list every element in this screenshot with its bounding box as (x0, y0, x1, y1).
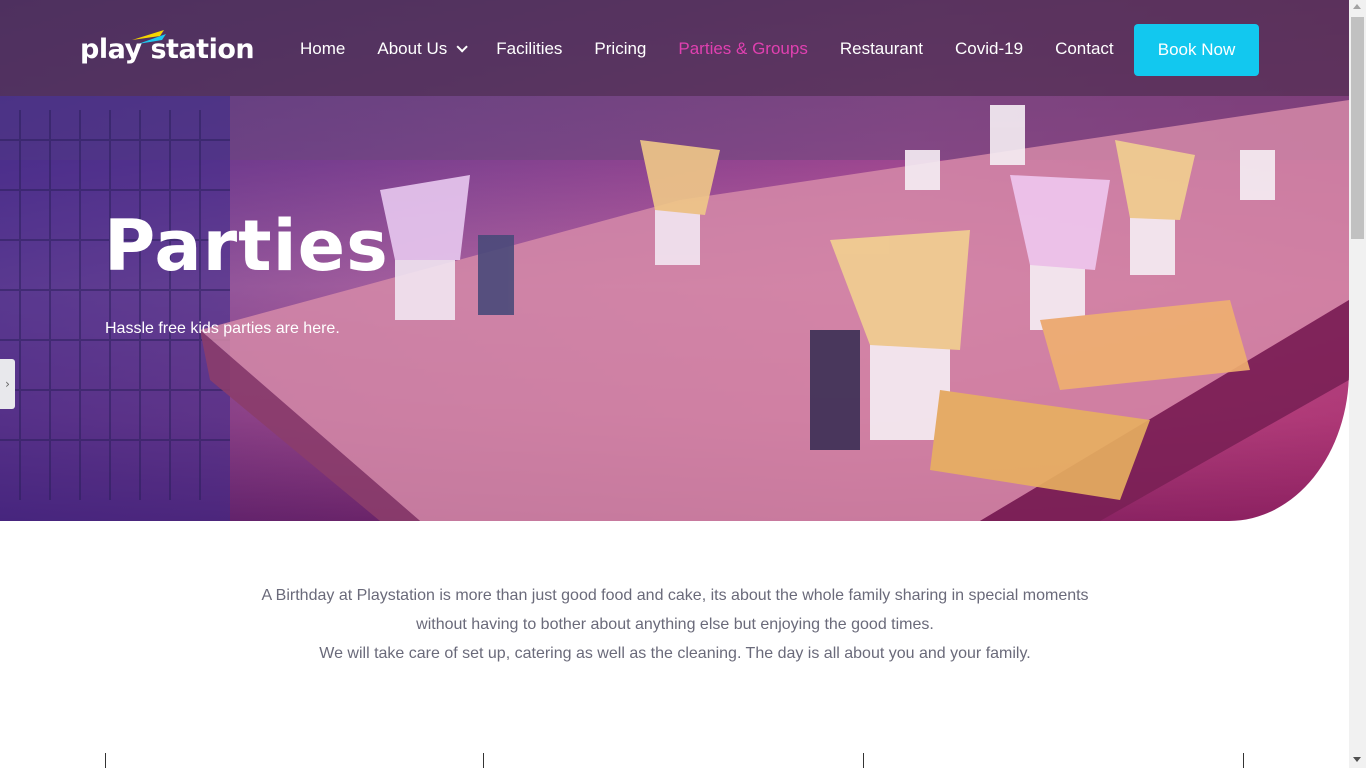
nav-item-label: Facilities (496, 39, 563, 58)
chevron-right-icon: › (5, 377, 10, 391)
chevron-down-icon (456, 41, 469, 53)
hero-subtitle: Hassle free kids parties are here. (105, 320, 340, 337)
intro-paragraph-2: We will take care of set up, catering as… (319, 645, 1031, 662)
page-title: Parties (104, 205, 389, 287)
nav-item-contact[interactable]: Contact (1055, 39, 1114, 59)
vertical-scrollbar[interactable] (1349, 0, 1366, 768)
scroll-thumb[interactable] (1351, 17, 1364, 239)
nav-item-label: Home (300, 39, 346, 58)
intro-paragraph-1: A Birthday at Playstation is more than j… (261, 587, 1089, 633)
column-divider (1243, 753, 1244, 768)
side-panel-toggle[interactable]: › (0, 359, 15, 409)
column-divider (105, 753, 106, 768)
book-now-button[interactable]: Book Now (1134, 24, 1259, 76)
nav-item-home[interactable]: Home (300, 39, 345, 59)
main-nav: Home About Us Facilities Pricing Parties… (300, 38, 1146, 60)
scroll-down-arrow-icon[interactable] (1353, 757, 1361, 762)
scroll-up-arrow-icon[interactable] (1353, 4, 1361, 9)
nav-item-label: Restaurant (839, 39, 924, 58)
nav-item-label: Contact (1055, 39, 1114, 58)
nav-item-restaurant[interactable]: Restaurant (840, 39, 923, 59)
site-logo[interactable]: play station (80, 30, 255, 72)
nav-item-facilities[interactable]: Facilities (496, 39, 562, 59)
logo-text: play station (80, 34, 255, 65)
intro-text: A Birthday at Playstation is more than j… (240, 581, 1110, 668)
nav-item-about-us[interactable]: About Us (377, 39, 469, 59)
nav-item-covid-19[interactable]: Covid-19 (955, 39, 1023, 59)
nav-item-label: Covid-19 (955, 39, 1024, 58)
nav-item-label: About Us (377, 39, 448, 58)
nav-item-parties-groups[interactable]: Parties & Groups (678, 39, 807, 59)
nav-item-label: Pricing (594, 39, 647, 58)
page: play station Home About Us Facilities Pr… (0, 0, 1366, 768)
hero-banner: play station Home About Us Facilities Pr… (0, 0, 1349, 521)
column-divider (483, 753, 484, 768)
column-divider (863, 753, 864, 768)
nav-item-label: Parties & Groups (678, 39, 808, 58)
site-header: play station Home About Us Facilities Pr… (0, 0, 1349, 96)
nav-item-pricing[interactable]: Pricing (594, 39, 646, 59)
